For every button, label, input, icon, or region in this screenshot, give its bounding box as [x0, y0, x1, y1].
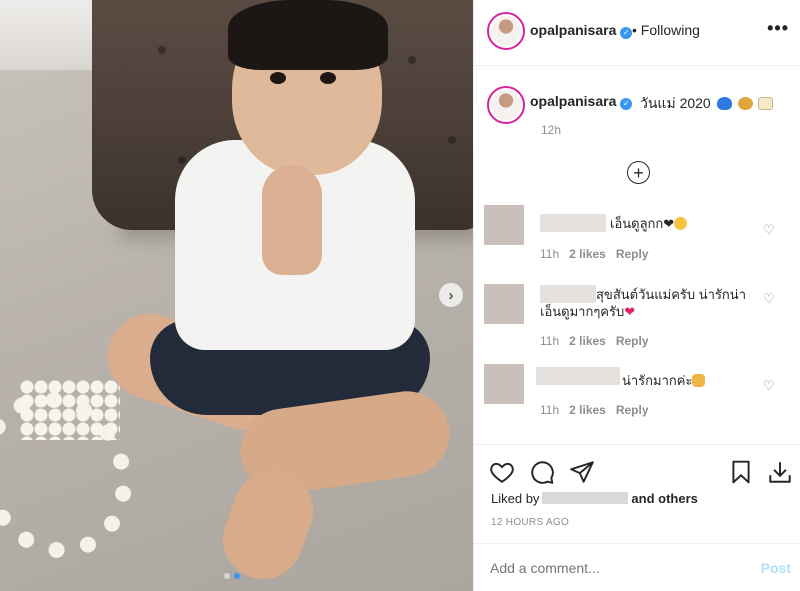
comment-avatar[interactable]: [484, 364, 524, 404]
reply-button[interactable]: Reply: [616, 403, 649, 417]
load-more-comments-button[interactable]: +: [627, 161, 650, 184]
heart-outline-icon[interactable]: ♡: [763, 222, 775, 238]
carousel-next-button[interactable]: ›: [439, 283, 463, 307]
chevron-right-icon: ›: [448, 286, 454, 304]
post-comment-button[interactable]: Post: [761, 560, 791, 576]
comment-username-redacted[interactable]: [536, 367, 620, 385]
caption-text: วันแม่ 2020: [640, 93, 774, 115]
verified-badge-icon: ✓: [620, 27, 633, 39]
comment-avatar[interactable]: [484, 205, 524, 245]
comment-item: น่ารักมากค่ะ 11h 2 likes Reply ♡: [474, 364, 800, 444]
share-paper-plane-icon[interactable]: [569, 459, 595, 485]
post-header: opalpanisara ✓ • Following •••: [474, 0, 800, 66]
comment-item: สุขสันต์วันแม่ครับ น่ารักน่า เอ็นดูมากๆค…: [474, 284, 800, 364]
post-photo[interactable]: ›: [0, 0, 473, 591]
comment-meta: 11h 2 likes Reply: [540, 403, 649, 417]
lion-face-icon: [737, 97, 753, 110]
comment-bubble-icon[interactable]: [529, 459, 555, 485]
heart-eyes-icon: [674, 217, 688, 230]
comment-avatar[interactable]: [484, 284, 524, 324]
bookmark-icon[interactable]: [728, 459, 754, 485]
carousel-dot: [224, 573, 230, 579]
heart-outline-icon[interactable]: ♡: [763, 291, 775, 307]
comment-text-line2: เอ็นดูมากๆครับ❤: [540, 304, 636, 319]
caption-avatar[interactable]: [487, 86, 525, 124]
liked-by-text: Liked by and others: [491, 491, 698, 506]
reply-button[interactable]: Reply: [616, 247, 649, 261]
blue-heart-icon: [716, 97, 732, 110]
comment-username-redacted[interactable]: [540, 285, 596, 303]
avatar[interactable]: [487, 12, 525, 50]
red-heart-icon: ❤: [624, 304, 636, 319]
comment-item: เอ็นดูลูกก❤ 11h 2 likes Reply ♡: [474, 205, 800, 285]
header-username[interactable]: opalpanisara ✓: [530, 22, 633, 39]
download-icon[interactable]: [767, 459, 793, 485]
liker-username-redacted[interactable]: [542, 492, 629, 504]
reply-button[interactable]: Reply: [616, 334, 649, 348]
rabbit-icon: [758, 97, 774, 110]
caption-timestamp[interactable]: 12h: [541, 123, 561, 137]
plus-icon: +: [633, 162, 644, 183]
comment-meta: 11h 2 likes Reply: [540, 247, 649, 261]
carousel-dot-active: [234, 573, 240, 579]
carousel-indicator: [224, 573, 240, 579]
post-actions: Liked by and others 12 HOURS AGO: [474, 444, 800, 544]
comment-username-redacted[interactable]: [540, 214, 606, 232]
black-heart-icon: ❤: [663, 216, 675, 231]
post-timestamp[interactable]: 12 HOURS AGO: [491, 517, 569, 528]
comment-text: สุขสันต์วันแม่ครับ น่ารักน่า: [596, 287, 746, 302]
more-options-icon[interactable]: •••: [767, 18, 789, 39]
follow-status[interactable]: • Following: [632, 22, 700, 38]
others-link[interactable]: and others: [631, 491, 697, 506]
verified-badge-icon: ✓: [620, 98, 633, 110]
caption-username[interactable]: opalpanisara ✓: [530, 93, 633, 110]
clapping-hands-icon: [692, 374, 706, 387]
heart-outline-icon[interactable]: ♡: [763, 378, 775, 394]
comment-input[interactable]: [490, 560, 730, 576]
like-heart-icon[interactable]: [489, 459, 515, 485]
comment-meta: 11h 2 likes Reply: [540, 334, 649, 348]
comment-text: เอ็นดูลูกก❤: [610, 215, 688, 232]
comment-text: น่ารักมากค่ะ: [622, 372, 706, 389]
add-comment-bar: Post: [474, 543, 800, 591]
post-sidebar: opalpanisara ✓ • Following ••• opalpanisa…: [473, 0, 800, 591]
